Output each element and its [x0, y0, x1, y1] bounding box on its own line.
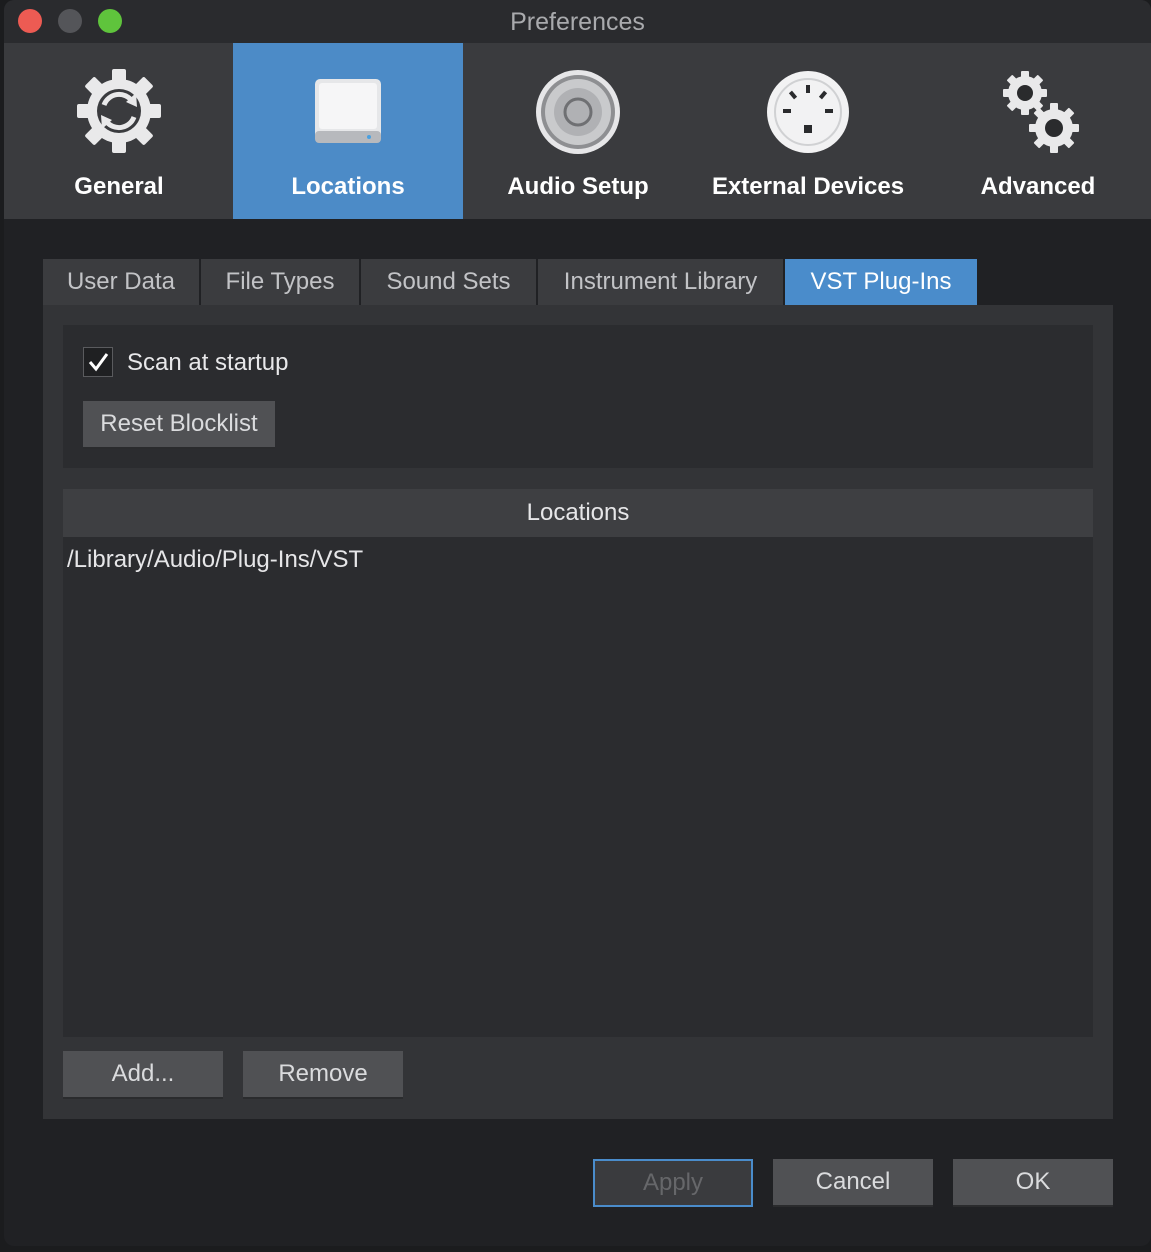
tab-file-types[interactable]: File Types: [201, 259, 359, 305]
toolbar-general-button[interactable]: General: [4, 43, 234, 219]
toolbar-locations-label: Locations: [291, 173, 405, 200]
vst-plug-ins-panel: Scan at startup Reset Blocklist Location…: [43, 305, 1113, 1119]
toolbar-locations-button[interactable]: Locations: [233, 43, 463, 219]
window-title: Preferences: [510, 8, 645, 36]
tab-sound-sets[interactable]: Sound Sets: [361, 259, 536, 305]
apply-button[interactable]: Apply: [593, 1159, 753, 1207]
scan-options-box: Scan at startup Reset Blocklist: [63, 325, 1093, 468]
toolbar-external-devices-button[interactable]: External Devices: [693, 43, 923, 219]
tab-instrument-library[interactable]: Instrument Library: [538, 259, 783, 305]
gear-refresh-icon: [74, 65, 164, 157]
location-path-item[interactable]: /Library/Audio/Plug-Ins/VST: [67, 545, 363, 575]
locations-list[interactable]: /Library/Audio/Plug-Ins/VST: [63, 537, 1093, 1037]
scan-at-startup-checkbox[interactable]: [83, 347, 113, 377]
midi-connector-icon: [763, 65, 853, 157]
toolbar-general-label: General: [74, 173, 164, 200]
toolbar-external-devices-label: External Devices: [711, 173, 905, 200]
add-location-button[interactable]: Add...: [63, 1051, 223, 1099]
title-bar[interactable]: Preferences: [4, 0, 1151, 43]
tab-user-data[interactable]: User Data: [43, 259, 199, 305]
tab-vst-plug-ins[interactable]: VST Plug-Ins: [785, 259, 977, 305]
ok-button[interactable]: OK: [953, 1159, 1113, 1207]
preferences-toolbar: General Locations Audio Setup External D…: [4, 43, 1151, 219]
cancel-button[interactable]: Cancel: [773, 1159, 933, 1207]
toolbar-audio-setup-label: Audio Setup: [507, 173, 649, 200]
toolbar-audio-setup-button[interactable]: Audio Setup: [463, 43, 693, 219]
drive-icon: [303, 65, 393, 157]
locations-column-header: Locations: [63, 489, 1093, 537]
speaker-icon: [533, 65, 623, 157]
scan-at-startup-label: Scan at startup: [127, 349, 289, 376]
gears-icon: [993, 65, 1083, 157]
toolbar-advanced-label: Advanced: [980, 173, 1096, 200]
reset-blocklist-button[interactable]: Reset Blocklist: [83, 401, 275, 449]
remove-location-button[interactable]: Remove: [243, 1051, 403, 1099]
preferences-window: Preferences General Locations Audio Setu…: [4, 0, 1151, 1246]
checkmark-icon: [88, 353, 109, 372]
toolbar-advanced-button[interactable]: Advanced: [923, 43, 1151, 219]
